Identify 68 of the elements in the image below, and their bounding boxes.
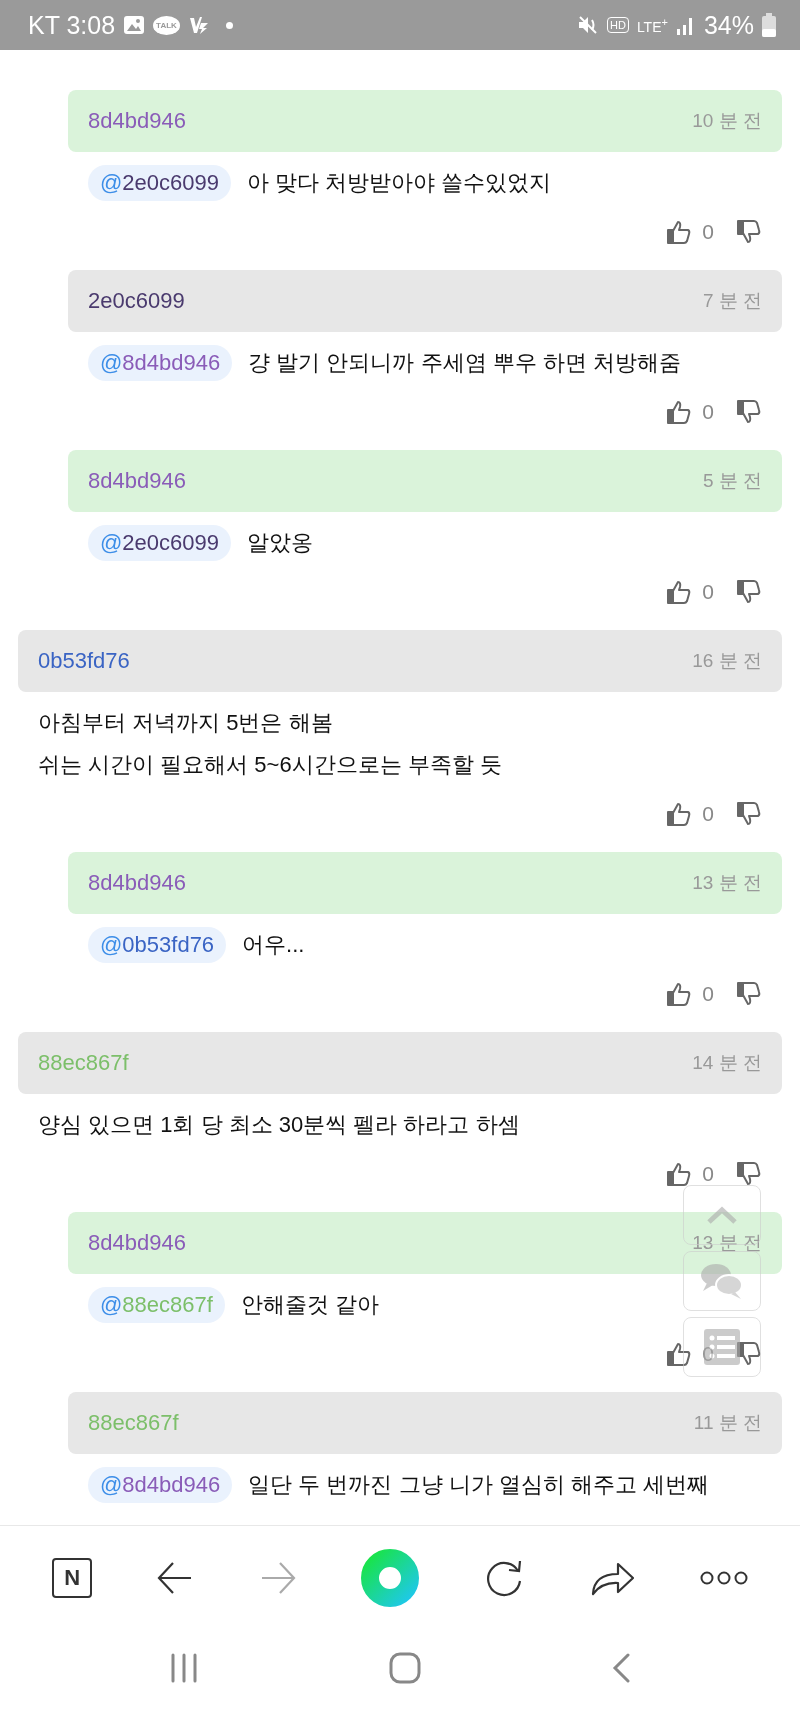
thumbs-down-icon[interactable] bbox=[736, 1161, 762, 1187]
comment-text: 안해줄것 같아 bbox=[240, 1291, 379, 1319]
thumbs-up-icon[interactable] bbox=[666, 801, 693, 827]
comment-text: 양심 있으면 1회 당 최소 30분씩 펠라 하라고 하셈 bbox=[38, 1111, 521, 1139]
comment-author[interactable]: 0b53fd76 bbox=[38, 648, 130, 674]
thumbs-down-icon[interactable] bbox=[736, 981, 762, 1007]
comment-author[interactable]: 8d4bd946 bbox=[88, 468, 186, 494]
battery-icon bbox=[762, 13, 776, 37]
mention-tag[interactable]: @88ec867f bbox=[88, 1287, 225, 1323]
carrier-time: KT 3:08 bbox=[28, 10, 116, 40]
thumbs-up-icon[interactable] bbox=[666, 219, 693, 245]
mention-tag[interactable]: @8d4bd946 bbox=[88, 1467, 233, 1503]
mention-tag[interactable]: @2e0c6099 bbox=[88, 165, 231, 201]
comment-author[interactable]: 8d4bd946 bbox=[88, 108, 186, 134]
comment-text: 아 맞다 처방받아야 쓸수있었지 bbox=[247, 169, 552, 197]
thumbs-down-icon[interactable] bbox=[736, 219, 762, 245]
comment-time: 7 분 전 bbox=[702, 289, 762, 313]
list-button[interactable] bbox=[683, 1317, 761, 1377]
comment-time: 5 분 전 bbox=[702, 469, 762, 493]
comment-time: 13 분 전 bbox=[692, 871, 762, 895]
comment-time: 14 분 전 bbox=[692, 1051, 762, 1075]
like-count: 0 bbox=[702, 1162, 714, 1186]
network-type: LTE$^{+}$ bbox=[636, 15, 668, 35]
home-icon[interactable] bbox=[389, 1652, 421, 1684]
notification-dot bbox=[225, 21, 233, 29]
comment-text: 알았옹 bbox=[247, 529, 313, 557]
thumbs-up-icon[interactable] bbox=[666, 1341, 693, 1367]
recent-apps-icon[interactable] bbox=[169, 1653, 199, 1683]
back-nav-icon[interactable] bbox=[611, 1653, 631, 1683]
bolt-icon bbox=[187, 15, 210, 35]
like-count: 0 bbox=[702, 400, 714, 424]
thumbs-down-icon[interactable] bbox=[736, 399, 762, 425]
comment-time: 10 분 전 bbox=[692, 109, 762, 133]
thumbs-up-icon[interactable] bbox=[666, 981, 693, 1007]
like-count: 0 bbox=[702, 580, 714, 604]
hd-badge: HD bbox=[607, 17, 629, 33]
mention-tag[interactable]: @8d4bd946 bbox=[88, 345, 233, 381]
comment-text: 일단 두 번까진 그냥 니가 열심히 해주고 세번째 bbox=[248, 1471, 710, 1499]
talk-badge: TALK bbox=[153, 15, 180, 35]
mention-tag[interactable]: @0b53fd76 bbox=[88, 927, 227, 963]
gallery-icon bbox=[123, 15, 146, 35]
thumbs-down-icon[interactable] bbox=[736, 801, 762, 827]
comment-time: 11 분 전 bbox=[693, 1411, 762, 1435]
comment-time: 16 분 전 bbox=[692, 649, 762, 673]
comment-author[interactable]: 2e0c6099 bbox=[88, 288, 185, 314]
comment-author[interactable]: 8d4bd946 bbox=[88, 870, 186, 896]
like-count: 0 bbox=[702, 982, 714, 1006]
mute-icon bbox=[577, 14, 599, 36]
like-count: 0 bbox=[702, 1342, 714, 1366]
list-icon bbox=[702, 1327, 742, 1367]
battery-percent: 34% bbox=[703, 10, 754, 40]
home-logo[interactable]: N bbox=[52, 1558, 93, 1598]
comment-text: 어우... bbox=[242, 931, 305, 959]
like-count: 0 bbox=[702, 802, 714, 826]
thumbs-up-icon[interactable] bbox=[666, 579, 693, 605]
comment-text: 쉬는 시간이 필요해서 5~6시간으로는 부족할 듯 bbox=[38, 751, 503, 779]
thumbs-up-icon[interactable] bbox=[666, 399, 693, 425]
comment-time: 13 분 전 bbox=[692, 1231, 762, 1255]
more-icon[interactable] bbox=[699, 1570, 748, 1586]
thumbs-down-icon[interactable] bbox=[736, 1341, 762, 1367]
comment-author[interactable]: 8d4bd946 bbox=[88, 1230, 186, 1256]
chevron-up-icon bbox=[705, 1205, 739, 1225]
thumbs-down-icon[interactable] bbox=[736, 579, 762, 605]
comment-text: 걍 발기 안되니까 주세염 뿌우 하면 처방해줌 bbox=[248, 349, 681, 377]
like-count: 0 bbox=[702, 220, 714, 244]
mention-tag[interactable]: @2e0c6099 bbox=[88, 525, 231, 561]
thumbs-up-icon[interactable] bbox=[666, 1161, 693, 1187]
comment-text: 아침부터 저녁까지 5번은 해봄 bbox=[38, 709, 334, 737]
